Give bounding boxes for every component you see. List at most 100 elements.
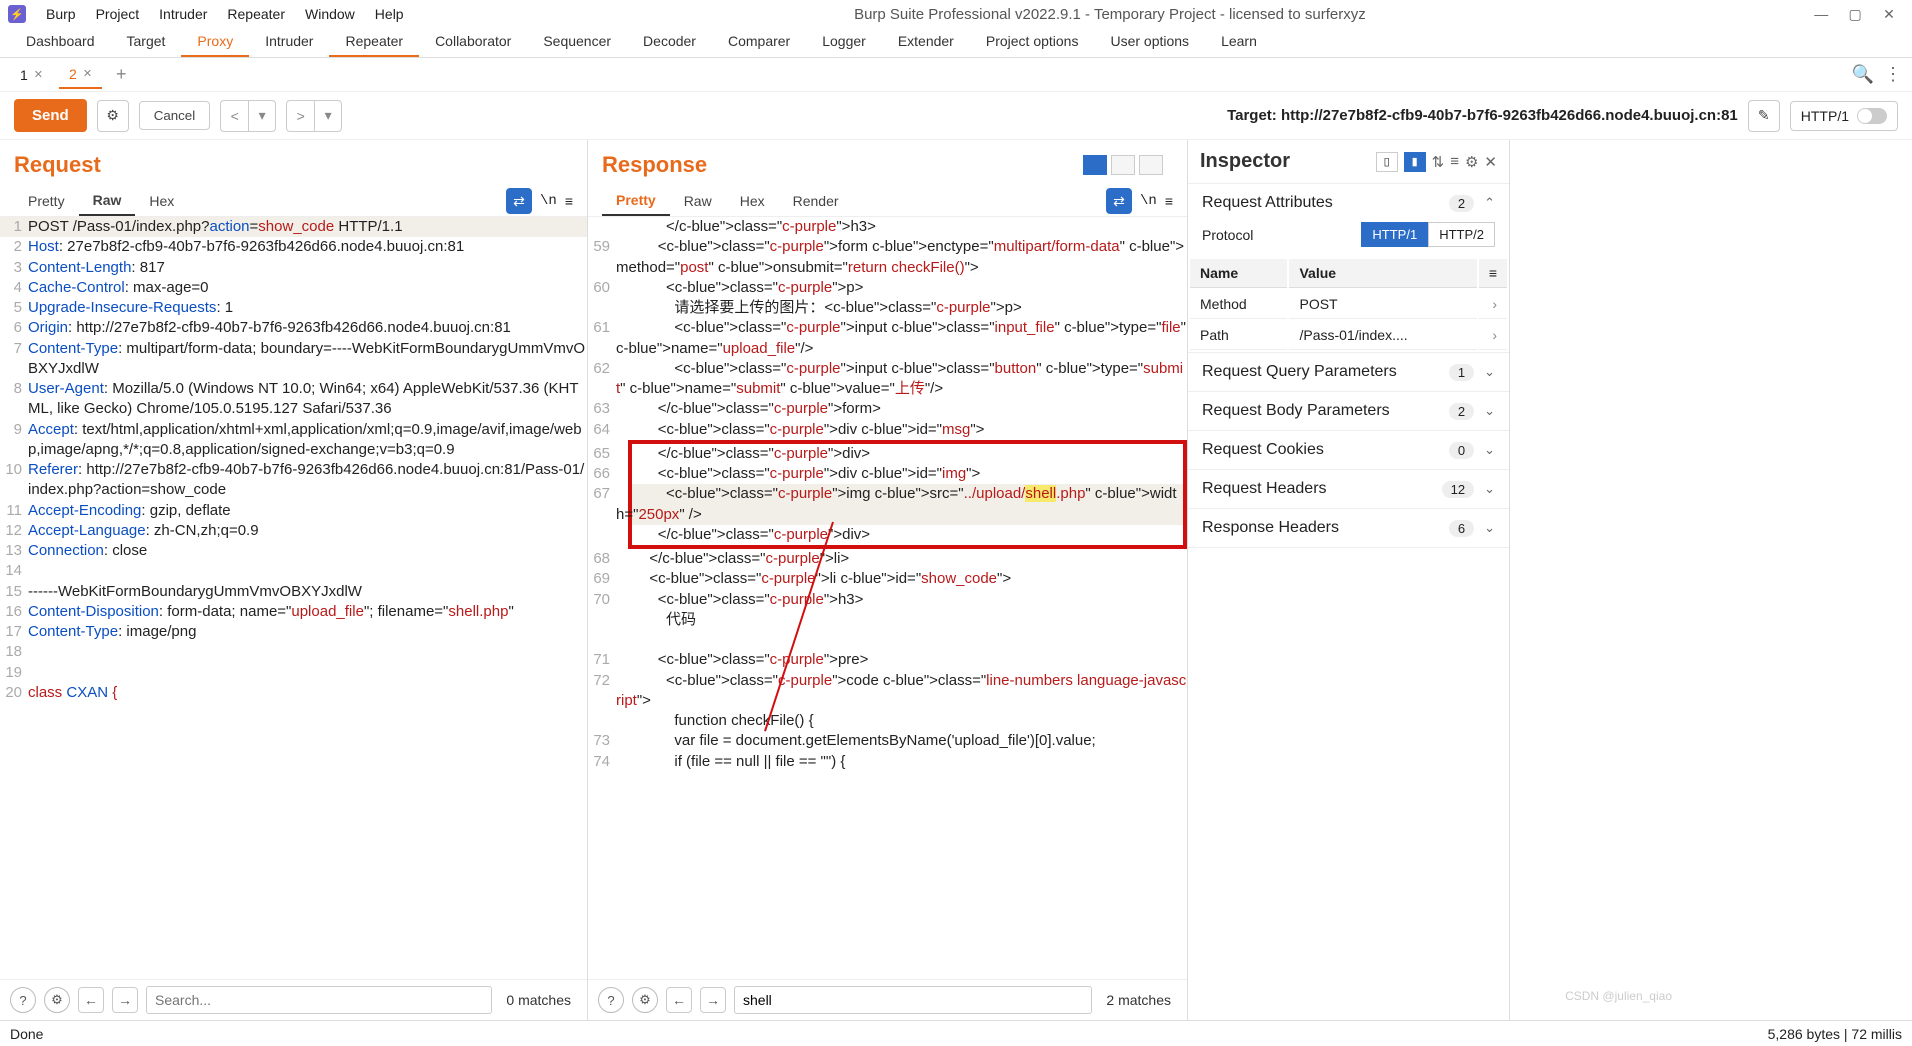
cancel-button[interactable]: Cancel — [139, 101, 211, 130]
history-back-dropdown-icon[interactable]: ▾ — [248, 100, 276, 132]
editor-line[interactable]: 61 <c-blue">class="c-purple">input c-blu… — [588, 318, 1187, 359]
minimize-icon[interactable]: — — [1806, 6, 1836, 22]
tab-extender[interactable]: Extender — [882, 27, 970, 57]
tab-target[interactable]: Target — [111, 27, 182, 57]
col-value[interactable]: Value — [1289, 259, 1476, 288]
expand-icon[interactable]: ⇅ — [1432, 153, 1445, 171]
search-icon[interactable]: 🔍 — [1852, 64, 1874, 85]
tab-logger[interactable]: Logger — [806, 27, 882, 57]
menu-project[interactable]: Project — [86, 6, 150, 22]
layout-side-icon[interactable] — [1083, 155, 1107, 175]
search-input[interactable] — [146, 986, 492, 1014]
newline-icon[interactable]: \n — [1140, 193, 1157, 209]
editor-line[interactable]: 15------WebKitFormBoundarygUmmVmvOBXYJxd… — [0, 582, 587, 602]
close-icon[interactable]: ✕ — [1874, 6, 1904, 23]
view-raw[interactable]: Raw — [79, 186, 136, 216]
tab-learn[interactable]: Learn — [1205, 27, 1273, 57]
send-button[interactable]: Send — [14, 99, 87, 132]
view-pretty[interactable]: Pretty — [602, 186, 670, 216]
editor-line[interactable]: 72 <c-blue">class="c-purple">code c-blue… — [588, 671, 1187, 732]
editor-line[interactable]: 7Content-Type: multipart/form-data; boun… — [0, 339, 587, 380]
next-match-icon[interactable]: → — [112, 987, 138, 1013]
editor-line[interactable]: 3Content-Length: 817 — [0, 258, 587, 278]
tab-sequencer[interactable]: Sequencer — [527, 27, 627, 57]
inspector-section[interactable]: Response Headers6⌄ — [1188, 509, 1509, 547]
inspector-section[interactable]: Request Headers12⌄ — [1188, 470, 1509, 508]
hamburger-icon[interactable]: ≡ — [565, 193, 573, 209]
close-icon[interactable]: ✕ — [1484, 153, 1497, 171]
editor-line[interactable]: 71 <c-blue">class="c-purple">pre> — [588, 650, 1187, 670]
editor-line[interactable]: 13Connection: close — [0, 541, 587, 561]
protocol-toggle[interactable]: HTTP/1 HTTP/2 — [1361, 222, 1495, 247]
prev-match-icon[interactable]: ← — [666, 987, 692, 1013]
editor-line[interactable]: </c-blue">class="c-purple">h3> — [588, 217, 1187, 237]
menu-repeater[interactable]: Repeater — [217, 6, 295, 22]
editor-line[interactable]: 11Accept-Encoding: gzip, deflate — [0, 501, 587, 521]
editor-line[interactable]: 20class CXAN { — [0, 683, 587, 703]
menu-burp[interactable]: Burp — [36, 6, 86, 22]
editor-line[interactable]: 69 <c-blue">class="c-purple">li c-blue">… — [588, 569, 1187, 589]
add-tab-button[interactable]: + — [108, 64, 135, 85]
sliders-icon[interactable]: ≡ — [1450, 153, 1459, 170]
tab-proxy[interactable]: Proxy — [181, 27, 249, 57]
gear-icon[interactable]: ⚙ — [1465, 153, 1478, 171]
subtab-1[interactable]: 1✕ — [10, 62, 53, 88]
editor-line[interactable]: 62 <c-blue">class="c-purple">input c-blu… — [588, 359, 1187, 400]
layout-single-icon[interactable] — [1139, 155, 1163, 175]
editor-line[interactable]: 19 — [0, 663, 587, 683]
next-match-icon[interactable]: → — [700, 987, 726, 1013]
col-name[interactable]: Name — [1190, 259, 1287, 288]
editor-line[interactable]: 65 </c-blue">class="c-purple">div> — [632, 444, 1183, 464]
tab-user-options[interactable]: User options — [1094, 27, 1205, 57]
editor-line[interactable]: 70 <c-blue">class="c-purple">h3> 代码 — [588, 590, 1187, 651]
gear-icon[interactable]: ⚙ — [44, 987, 70, 1013]
editor-line[interactable]: 9Accept: text/html,application/xhtml+xml… — [0, 420, 587, 461]
history-forward-icon[interactable]: > — [286, 100, 314, 132]
editor-line[interactable]: 1POST /Pass-01/index.php?action=show_cod… — [0, 217, 587, 237]
search-input[interactable] — [734, 986, 1092, 1014]
tab-project-options[interactable]: Project options — [970, 27, 1095, 57]
menu-help[interactable]: Help — [365, 6, 414, 22]
tab-decoder[interactable]: Decoder — [627, 27, 712, 57]
editor-line[interactable]: 10Referer: http://27e7b8f2-cfb9-40b7-b7f… — [0, 460, 587, 501]
editor-line[interactable]: 4Cache-Control: max-age=0 — [0, 278, 587, 298]
proto-http1[interactable]: HTTP/1 — [1361, 222, 1428, 247]
hamburger-icon[interactable]: ≡ — [1165, 193, 1173, 209]
actions-icon[interactable]: ⇄ — [1106, 188, 1132, 214]
toggle-icon[interactable] — [1857, 108, 1887, 124]
layout-icon[interactable]: ▯ — [1376, 152, 1398, 172]
gear-icon[interactable]: ⚙ — [632, 987, 658, 1013]
actions-icon[interactable]: ⇄ — [506, 188, 532, 214]
tab-dashboard[interactable]: Dashboard — [10, 27, 111, 57]
editor-line[interactable]: </c-blue">class="c-purple">div> — [632, 525, 1183, 545]
editor-line[interactable]: 64 <c-blue">class="c-purple">div c-blue"… — [588, 420, 1187, 440]
view-render[interactable]: Render — [779, 187, 853, 215]
editor-line[interactable]: 14 — [0, 561, 587, 581]
maximize-icon[interactable]: ▢ — [1840, 6, 1870, 23]
editor-line[interactable]: 5Upgrade-Insecure-Requests: 1 — [0, 298, 587, 318]
view-raw[interactable]: Raw — [670, 187, 726, 215]
editor-line[interactable]: 8User-Agent: Mozilla/5.0 (Windows NT 10.… — [0, 379, 587, 420]
inspector-section[interactable]: Request Body Parameters2⌄ — [1188, 392, 1509, 430]
tab-collaborator[interactable]: Collaborator — [419, 27, 527, 57]
settings-icon[interactable]: ⚙ — [97, 100, 129, 132]
view-hex[interactable]: Hex — [135, 187, 188, 215]
editor-line[interactable]: 68 </c-blue">class="c-purple">li> — [588, 549, 1187, 569]
newline-icon[interactable]: \n — [540, 193, 557, 209]
table-row[interactable]: Path/Pass-01/index....› — [1190, 321, 1507, 350]
editor-line[interactable]: 18 — [0, 642, 587, 662]
editor-line[interactable]: 16Content-Disposition: form-data; name="… — [0, 602, 587, 622]
layout-icon[interactable]: ▮ — [1404, 152, 1426, 172]
settings-icon[interactable]: ≡ — [1479, 259, 1507, 288]
tab-intruder[interactable]: Intruder — [249, 27, 329, 57]
proto-http2[interactable]: HTTP/2 — [1428, 222, 1495, 247]
editor-line[interactable]: 73 var file = document.getElementsByName… — [588, 731, 1187, 751]
help-icon[interactable]: ? — [10, 987, 36, 1013]
inspector-section[interactable]: Request Query Parameters1⌄ — [1188, 353, 1509, 391]
editor-line[interactable]: 63 </c-blue">class="c-purple">form> — [588, 399, 1187, 419]
editor-line[interactable]: 59 <c-blue">class="c-purple">form c-blue… — [588, 237, 1187, 278]
help-icon[interactable]: ? — [598, 987, 624, 1013]
http-version-toggle[interactable]: HTTP/1 — [1790, 101, 1898, 131]
kebab-menu-icon[interactable]: ⋮ — [1884, 64, 1902, 85]
editor-line[interactable]: 74 if (file == null || file == "") { — [588, 752, 1187, 772]
